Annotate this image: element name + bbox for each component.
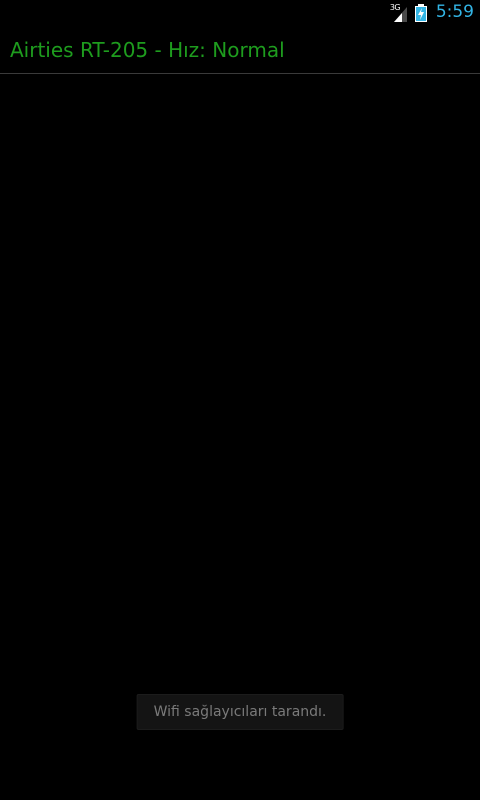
screen: 3G 5:59 Airties RT-205 - Hız: Normal Wif… — [0, 0, 480, 800]
status-bar: 3G 5:59 — [0, 0, 480, 25]
app-title: Airties RT-205 - Hız: Normal — [10, 38, 285, 62]
status-icons: 3G 5:59 — [390, 0, 474, 25]
toast: Wifi sağlayıcıları tarandı. — [136, 694, 344, 730]
network-type-label: 3G — [389, 2, 401, 12]
title-bar: Airties RT-205 - Hız: Normal — [0, 25, 480, 73]
signal-icon: 3G — [390, 3, 408, 23]
battery-charging-icon — [414, 3, 427, 22]
clock: 5:59 — [435, 2, 474, 22]
content-area — [0, 74, 480, 800]
toast-message: Wifi sağlayıcıları tarandı. — [153, 704, 327, 720]
